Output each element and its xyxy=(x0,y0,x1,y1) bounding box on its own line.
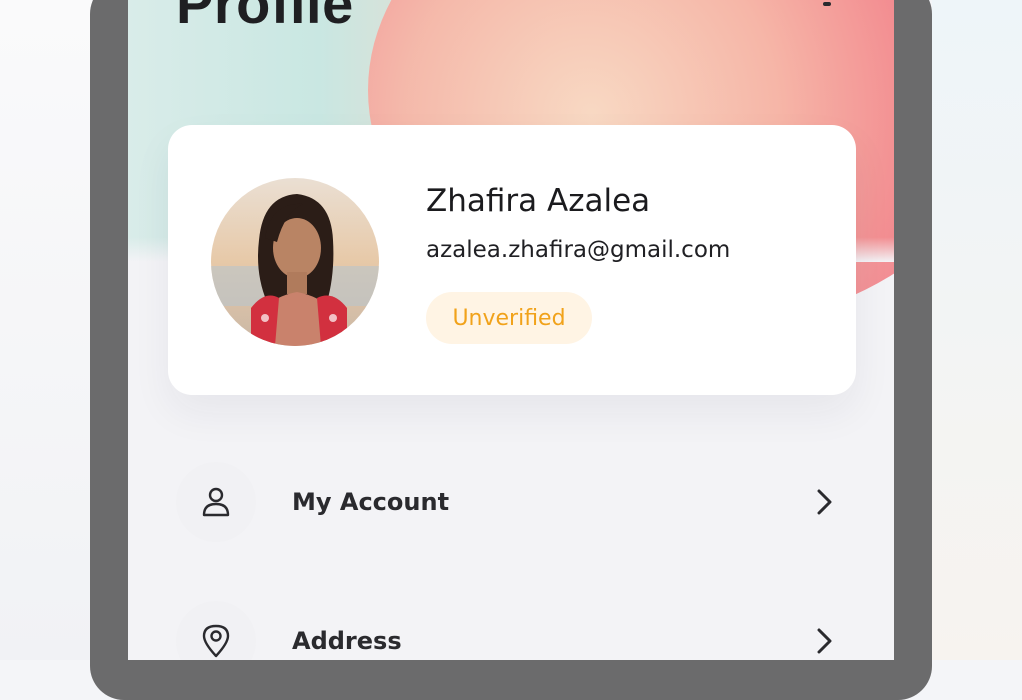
notification-bell-icon[interactable] xyxy=(812,0,842,10)
menu-item-address[interactable]: Address xyxy=(168,591,856,660)
user-name: Zhafira Azalea xyxy=(426,183,651,219)
status-badge: Unverified xyxy=(426,292,592,344)
user-email: azalea.zhafira@gmail.com xyxy=(426,237,731,263)
user-icon-container xyxy=(176,462,256,542)
background-right xyxy=(932,0,1022,660)
location-pin-icon-container xyxy=(176,601,256,660)
avatar[interactable] xyxy=(211,178,379,346)
chevron-right-icon xyxy=(817,628,832,654)
menu-item-label: My Account xyxy=(292,488,450,516)
user-icon xyxy=(202,487,230,517)
location-pin-icon xyxy=(202,624,230,658)
menu-item-my-account[interactable]: My Account xyxy=(168,452,856,552)
page-title: Profile xyxy=(176,0,354,35)
background-left xyxy=(0,0,92,660)
menu-item-label: Address xyxy=(292,627,402,655)
chevron-right-icon xyxy=(817,489,832,515)
profile-card: Zhafira Azalea azalea.zhafira@gmail.com … xyxy=(168,125,856,395)
phone-screen: Profile Zhafira Azalea azalea.zhafira@gm… xyxy=(128,0,894,660)
